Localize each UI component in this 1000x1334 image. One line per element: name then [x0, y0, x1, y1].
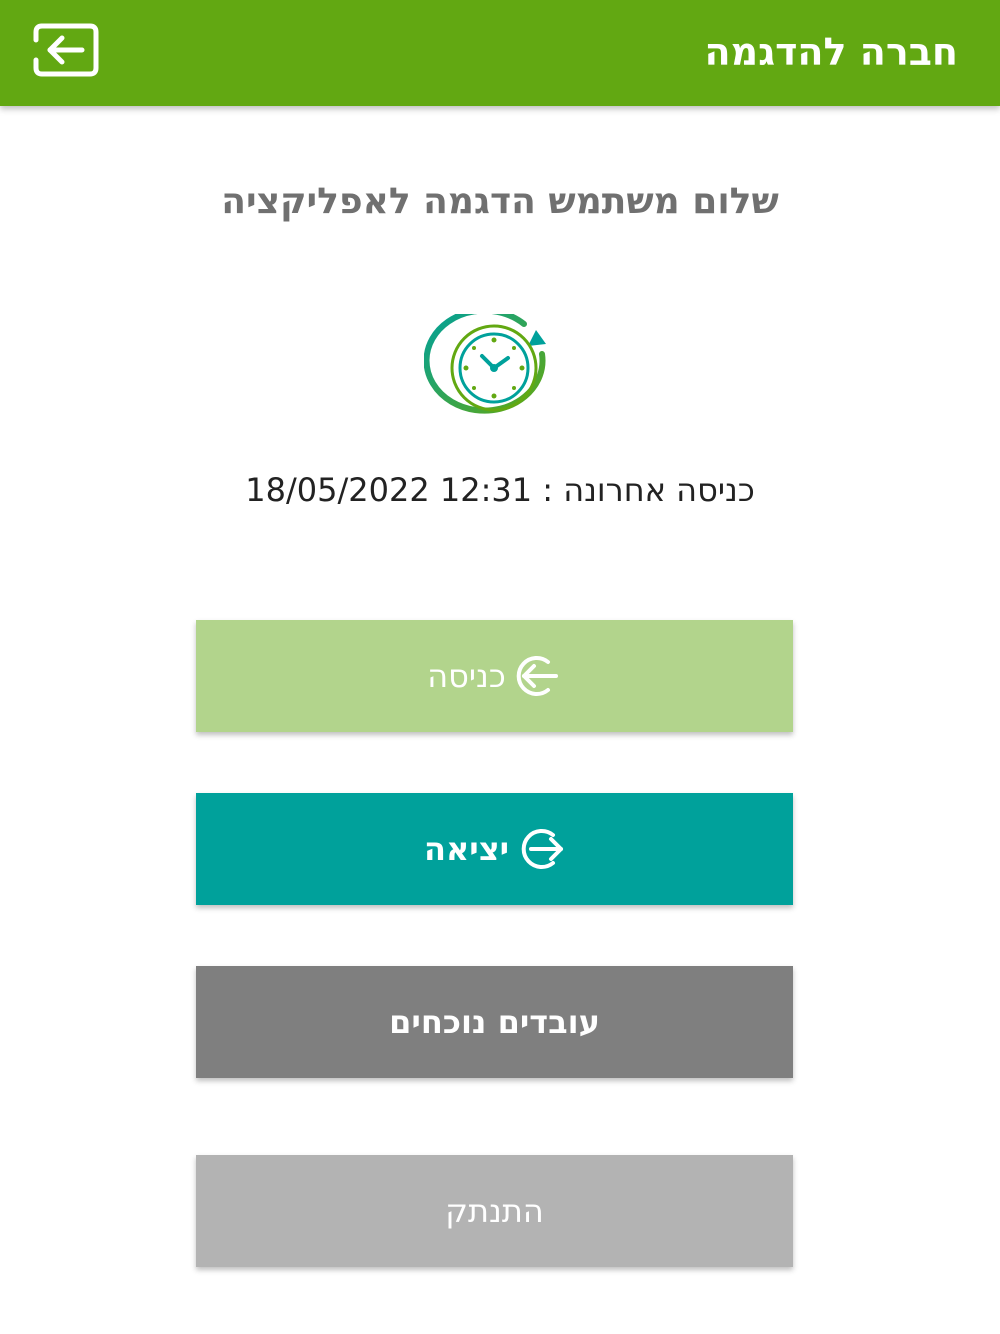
checkin-button[interactable]: כניסה: [196, 620, 793, 732]
disconnect-button[interactable]: התנתק: [196, 1155, 793, 1267]
app-title: חברה להדגמה: [704, 30, 958, 74]
last-login-info: כניסה אחרונה : 12:31 18/05/2022: [0, 468, 1000, 512]
clock-icon: [423, 307, 564, 422]
last-login-value: 12:31 18/05/2022: [245, 471, 533, 509]
disconnect-label: התנתק: [445, 1192, 544, 1230]
last-login-label: כניסה אחרונה :: [542, 471, 755, 509]
greeting-text: שלום משתמש הדגמה לאפליקציה: [221, 181, 779, 222]
present-employees-label: עובדים נוכחים: [389, 1003, 600, 1041]
exit-arrow-icon: [513, 827, 565, 871]
checkout-button[interactable]: יציאה: [196, 793, 793, 905]
enter-arrow-icon: [510, 654, 562, 698]
checkout-label: יציאה: [424, 830, 510, 868]
exit-door-icon[interactable]: [28, 20, 102, 80]
present-employees-button[interactable]: עובדים נוכחים: [196, 966, 793, 1078]
app-header: חברה להדגמה: [0, 0, 1000, 106]
checkin-label: כניסה: [427, 657, 506, 695]
